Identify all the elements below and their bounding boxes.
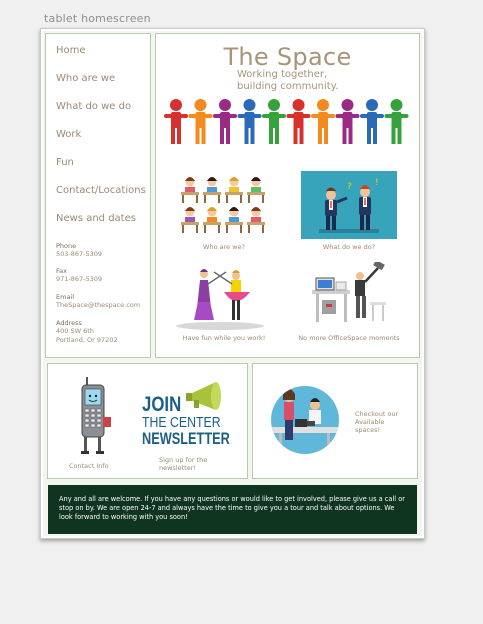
- coworking-space-image[interactable]: [271, 379, 343, 459]
- thumb-caption-officespace[interactable]: No more OfficeSpace moments: [294, 334, 404, 342]
- fax-block: Fax 971-867-5309: [56, 267, 102, 284]
- megaphone-icon: [186, 382, 221, 410]
- nav-who-are-we[interactable]: Who are we: [56, 73, 115, 84]
- fencing-dancers-image[interactable]: [174, 262, 270, 332]
- tagline-line1: Working together,: [237, 69, 328, 80]
- svg-text:?: ?: [347, 182, 352, 192]
- spaces-line3: spaces!: [355, 426, 381, 434]
- nav-fun[interactable]: Fun: [56, 157, 74, 168]
- nav-what-do-we-do[interactable]: What do we do: [56, 101, 131, 112]
- join-newsletter-logo[interactable]: JOIN THE CENTER NEWSLETTER: [142, 380, 234, 450]
- contact-info-caption[interactable]: Contact Info: [69, 462, 109, 470]
- nav-work[interactable]: Work: [56, 129, 81, 140]
- logo-join: JOIN: [142, 393, 182, 416]
- address-line1: 400 SW 6th: [56, 327, 94, 336]
- site-title: The Space: [223, 43, 352, 71]
- fax-value: 971-867-5309: [56, 275, 103, 284]
- logo-newsletter: NEWSLETTER: [142, 429, 230, 448]
- email-value[interactable]: TheSpace@thespace.com: [56, 301, 140, 309]
- signup-caption[interactable]: Sign up for the newsletter!: [159, 456, 207, 472]
- hero-panel: The Space Working together, building com…: [155, 33, 420, 358]
- spaces-line1: Checkout our: [355, 410, 399, 418]
- page-caption: tablet homescreen: [44, 12, 151, 25]
- thumb-caption-what[interactable]: What do we do?: [301, 243, 397, 251]
- phone-block: Phone 503-867-5309: [56, 242, 102, 259]
- newsletter-panel: Contact Info JOIN THE CENTER NEWSLETTER …: [47, 363, 248, 479]
- signup-line2: newsletter!: [159, 464, 197, 472]
- nav-contact-locations[interactable]: Contact/Locations: [56, 185, 146, 196]
- logo-the-center: THE CENTER: [142, 414, 221, 431]
- signup-line1: Sign up for the: [159, 456, 208, 464]
- office-smash-image[interactable]: [308, 262, 392, 328]
- svg-text:!: !: [375, 178, 379, 188]
- classroom-kids-image[interactable]: [180, 170, 270, 236]
- cellphone-mascot-icon[interactable]: [76, 377, 112, 457]
- address-label: Address: [56, 319, 82, 327]
- thumb-caption-fun[interactable]: Have fun while you work!: [176, 334, 272, 342]
- nav-home[interactable]: Home: [56, 45, 86, 56]
- nav-news-and-dates[interactable]: News and dates: [56, 213, 136, 224]
- welcome-footer: Any and all are welcome. If you have any…: [48, 485, 417, 534]
- tagline: Working together, building community.: [237, 69, 338, 93]
- business-meeting-image[interactable]: ? !: [301, 171, 397, 239]
- phone-value: 503-867-5309: [56, 250, 103, 259]
- phone-label: Phone: [56, 242, 77, 250]
- tagline-line2: building community.: [237, 81, 339, 92]
- people-chain-illustration: [164, 99, 409, 144]
- thumb-caption-who[interactable]: Who are we?: [178, 243, 270, 251]
- spaces-panel: Checkout our Available spaces!: [252, 363, 418, 479]
- email-label: Email: [56, 293, 75, 301]
- fax-label: Fax: [56, 267, 67, 275]
- email-block: Email TheSpace@thespace.com: [56, 293, 140, 310]
- address-line2: Portland, Or 97202: [56, 335, 118, 344]
- spaces-caption[interactable]: Checkout our Available spaces!: [355, 410, 398, 434]
- sidebar: Home Who are we What do we do Work Fun C…: [45, 33, 151, 358]
- spaces-line2: Available: [355, 418, 385, 426]
- address-block: Address 400 SW 6th Portland, Or 97202: [56, 319, 118, 344]
